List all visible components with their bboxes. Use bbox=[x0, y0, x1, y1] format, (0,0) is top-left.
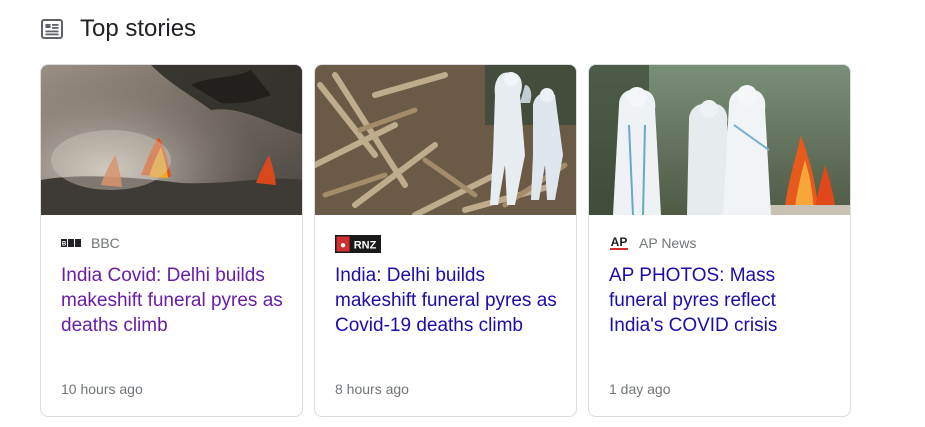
story-cards: B BBC India Covid: Delhi builds makeshif… bbox=[40, 64, 851, 417]
story-source-1: B BBC bbox=[61, 235, 120, 251]
svg-text:●: ● bbox=[340, 240, 346, 251]
story-card-2[interactable]: ● RNZ India: Delhi builds makeshift fune… bbox=[314, 64, 577, 417]
svg-text:AP: AP bbox=[611, 235, 628, 249]
story-time-2: 8 hours ago bbox=[335, 381, 409, 397]
story-source-2: ● RNZ bbox=[335, 235, 391, 253]
svg-text:B: B bbox=[62, 242, 67, 248]
story-headline-2[interactable]: India: Delhi builds makeshift funeral py… bbox=[335, 263, 560, 338]
story-thumbnail-3[interactable] bbox=[589, 65, 850, 215]
story-card-3[interactable]: AP AP News AP PHOTOS: Mass funeral pyres… bbox=[588, 64, 851, 417]
story-thumbnail-2[interactable] bbox=[315, 65, 576, 215]
top-stories-section: Top stories B BBC India Covid: Delhi bui… bbox=[0, 0, 925, 427]
rnz-logo-icon: ● RNZ bbox=[335, 235, 381, 253]
story-headline-1[interactable]: India Covid: Delhi builds makeshift fune… bbox=[61, 263, 286, 338]
story-time-3: 1 day ago bbox=[609, 381, 671, 397]
source-name: AP News bbox=[639, 235, 697, 251]
svg-text:RNZ: RNZ bbox=[354, 240, 377, 252]
story-time-1: 10 hours ago bbox=[61, 381, 143, 397]
section-title: Top stories bbox=[80, 15, 197, 42]
newspaper-icon bbox=[40, 17, 64, 41]
section-header: Top stories bbox=[40, 12, 196, 46]
story-thumbnail-1[interactable] bbox=[41, 65, 302, 215]
story-headline-3[interactable]: AP PHOTOS: Mass funeral pyres reflect In… bbox=[609, 263, 834, 338]
source-name: BBC bbox=[91, 235, 120, 251]
story-card-1[interactable]: B BBC India Covid: Delhi builds makeshif… bbox=[40, 64, 303, 417]
story-source-3: AP AP News bbox=[609, 235, 696, 251]
ap-logo-icon: AP bbox=[609, 235, 629, 251]
bbc-logo-icon: B bbox=[61, 239, 81, 247]
